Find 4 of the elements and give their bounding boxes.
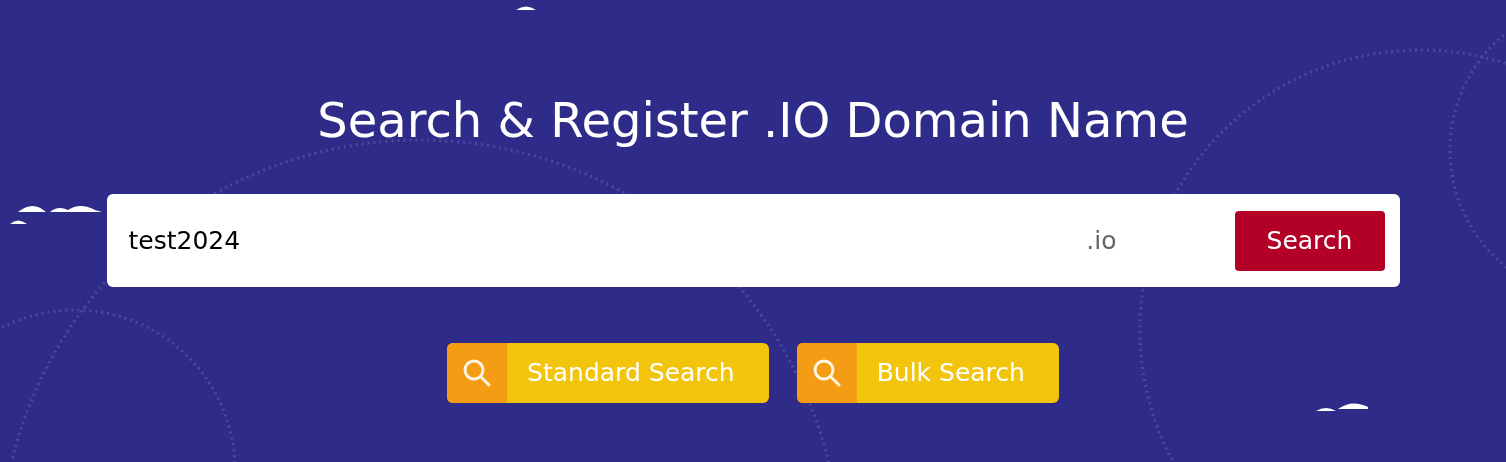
search-button[interactable]: Search bbox=[1234, 210, 1385, 271]
extension-label: .io bbox=[1086, 224, 1117, 257]
domain-search-field[interactable]: test2024 .io Search bbox=[106, 194, 1400, 287]
page-title: Search & Register .IO Domain Name bbox=[317, 92, 1189, 148]
